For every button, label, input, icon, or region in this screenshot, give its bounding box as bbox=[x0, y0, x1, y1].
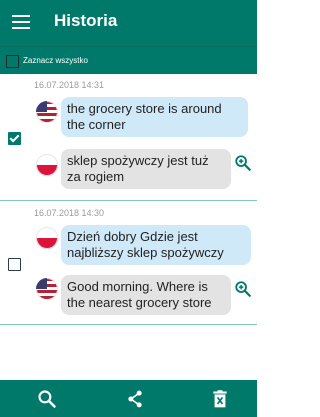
us-flag-icon bbox=[36, 101, 58, 123]
source-bubble[interactable]: Dzień dobry Gdzie jest najbliższy sklep … bbox=[61, 225, 251, 265]
select-all-label[interactable]: Zaznacz wszystko bbox=[23, 56, 88, 65]
select-all-bar: Zaznacz wszystko bbox=[0, 46, 257, 75]
translation-bubble[interactable]: sklep spożywczy jest tuż za rogiem bbox=[61, 149, 231, 189]
delete-icon[interactable] bbox=[210, 389, 230, 409]
history-list: 16.07.2018 14:31 the grocery store is ar… bbox=[0, 74, 257, 380]
entry-checkbox[interactable] bbox=[8, 132, 21, 145]
entry-checkbox[interactable] bbox=[8, 258, 21, 271]
pl-flag-icon bbox=[36, 154, 58, 176]
app-bar: Historia bbox=[0, 0, 257, 46]
zoom-in-icon[interactable] bbox=[234, 280, 252, 298]
translation-bubble[interactable]: Good morning. Where is the nearest groce… bbox=[61, 275, 231, 315]
translation-text: Good morning. Where is the nearest groce… bbox=[67, 279, 212, 310]
menu-icon[interactable] bbox=[12, 15, 30, 29]
select-all-checkbox[interactable] bbox=[6, 55, 19, 68]
search-icon[interactable] bbox=[37, 389, 57, 409]
share-icon[interactable] bbox=[125, 389, 145, 409]
bottom-toolbar bbox=[0, 380, 257, 417]
entry-timestamp: 16.07.2018 14:31 bbox=[34, 80, 105, 90]
source-bubble[interactable]: the grocery store is around the corner bbox=[61, 97, 248, 137]
entry-divider bbox=[0, 324, 257, 325]
entry-divider bbox=[0, 200, 257, 201]
us-flag-icon bbox=[36, 278, 58, 300]
source-text: Dzień dobry Gdzie jest najbliższy sklep … bbox=[67, 229, 224, 260]
zoom-in-icon[interactable] bbox=[234, 154, 252, 172]
translation-text: sklep spożywczy jest tuż za rogiem bbox=[67, 153, 209, 184]
page-title: Historia bbox=[54, 11, 118, 30]
source-text: the grocery store is around the corner bbox=[67, 101, 222, 132]
pl-flag-icon bbox=[36, 227, 58, 249]
entry-timestamp: 16.07.2018 14:30 bbox=[34, 208, 105, 218]
